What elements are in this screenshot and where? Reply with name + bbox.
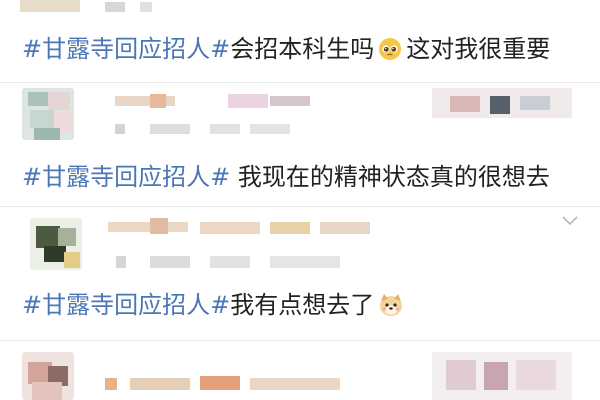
- blurred-username[interactable]: [108, 222, 188, 232]
- blurred-avatar[interactable]: [22, 352, 74, 400]
- blurred-username-4: [270, 96, 310, 106]
- blurred-username-4: [250, 378, 340, 390]
- blurred-meta: [115, 124, 125, 134]
- blurred-image-2: [446, 360, 476, 390]
- blurred-image-3: [484, 362, 508, 390]
- blurred-username-2: [150, 94, 166, 108]
- blurred-meta-4: [250, 124, 290, 134]
- blurred-username-3: [228, 94, 268, 108]
- blurred-meta-2: [150, 124, 190, 134]
- hashtag-link[interactable]: #甘露寺回应招人#: [22, 291, 230, 319]
- comment-text-2: #甘露寺回应招人# 我现在的精神状态真的很想去: [22, 162, 550, 192]
- blurred-username-5: [320, 222, 370, 234]
- comment-body: 会招本科生吗: [230, 35, 375, 63]
- blurred-username-3: [200, 376, 240, 390]
- blurred-image-4: [516, 360, 556, 390]
- divider: [0, 206, 600, 207]
- comment-body: 我有点想去了: [230, 291, 375, 319]
- comment-text-3: #甘露寺回应招人#我有点想去了: [22, 290, 404, 320]
- blurred-image-3: [490, 96, 510, 114]
- blurred-meta-3: [210, 256, 250, 268]
- pleading-face-emoji: [379, 38, 402, 60]
- blurred-username[interactable]: [105, 378, 117, 390]
- blurred-username-3: [200, 222, 260, 234]
- blurred-username-4: [270, 222, 310, 234]
- blurred-username-2: [130, 378, 190, 390]
- blurred-avatar[interactable]: [22, 88, 74, 140]
- hashtag-link[interactable]: #甘露寺回应招人#: [22, 163, 230, 191]
- chevron-down-icon[interactable]: [562, 216, 578, 226]
- blurred-username[interactable]: [115, 96, 175, 106]
- blurred-meta-3: [210, 124, 240, 134]
- blurred-meta: [116, 256, 126, 268]
- hashtag-link[interactable]: #甘露寺回应招人#: [22, 35, 230, 63]
- comment-body-tail: 这对我很重要: [406, 35, 551, 63]
- blurred-meta-top-2: [140, 2, 152, 12]
- comment-body: 我现在的精神状态真的很想去: [230, 163, 550, 191]
- blurred-avatar-top: [20, 0, 80, 12]
- comment-feed: #甘露寺回应招人#会招本科生吗 这对我很重要 #甘露寺回应招人# 我现在的精神状…: [0, 0, 600, 400]
- comment-text-1: #甘露寺回应招人#会招本科生吗 这对我很重要: [22, 34, 550, 64]
- divider: [0, 82, 600, 83]
- blurred-meta-4: [270, 256, 340, 268]
- blurred-avatar[interactable]: [30, 218, 82, 270]
- blurred-image-2: [450, 96, 480, 112]
- dog-face-emoji: [380, 294, 403, 316]
- blurred-meta-top: [105, 2, 125, 12]
- blurred-username-2: [150, 218, 168, 234]
- blurred-image-4: [520, 96, 550, 110]
- divider: [0, 340, 600, 341]
- blurred-meta-2: [150, 256, 190, 268]
